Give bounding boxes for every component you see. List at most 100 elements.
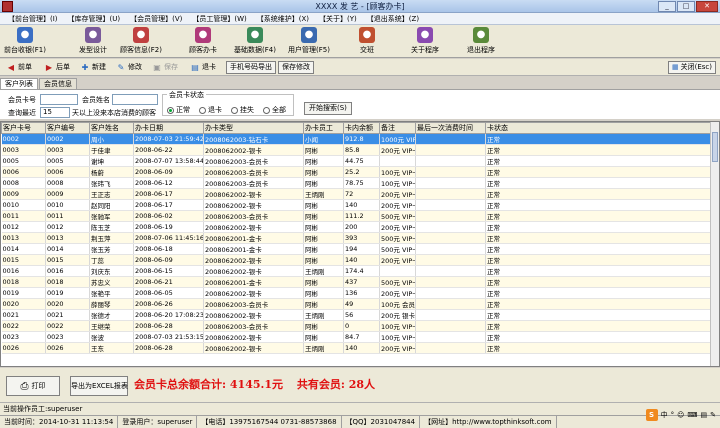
toolbar-button-1[interactable]: ● 发型设计	[70, 26, 116, 56]
menu-inventory[interactable]: 【库存管理】(U)	[63, 13, 126, 24]
save-button[interactable]: ▣ 保存	[152, 61, 178, 74]
minimize-button[interactable]: _	[658, 1, 676, 12]
column-header[interactable]: 卡状态	[485, 122, 712, 134]
ime-keyboard-icon[interactable]: ⌨	[687, 411, 697, 419]
save-edit-button[interactable]: 保存修改	[278, 61, 314, 74]
export-phone-button[interactable]: 手机号码导出	[226, 61, 276, 74]
table-cell: 张驰军	[89, 210, 134, 222]
table-row[interactable]: 0019 0019 张艳平 2008-06-05 2008062002-银卡 阿彬 136 2…	[1, 287, 712, 299]
days-input[interactable]: 15	[40, 107, 70, 118]
ime-emoji-icon[interactable]: ☺	[677, 411, 684, 419]
column-header[interactable]: 客户编号	[45, 122, 90, 134]
table-row[interactable]: 0003 0003 于佳聿 2008-06-22 2008062002-银卡 阿彬 85.8…	[1, 144, 712, 156]
table-row[interactable]: 0013 0013 荆玉萍 2008-07-06 11:45:16 2008062001…	[1, 232, 712, 244]
toolbar-button-7[interactable]: ● 关于程序	[402, 26, 448, 56]
table-row[interactable]: 0010 0010 赵同阳 2008-06-17 2008062002-银卡 阿彬 140 2…	[1, 199, 712, 211]
table-cell	[415, 155, 486, 167]
toolbar-button-3[interactable]: ● 顾客办卡	[180, 26, 226, 56]
table-row[interactable]: 0009 0009 王正志 2008-06-17 2008062002-银卡 王炳刚 72 2…	[1, 188, 712, 200]
table-cell	[415, 276, 486, 288]
column-header[interactable]: 办卡类型	[203, 122, 304, 134]
prev-record-button[interactable]: ◀ 前单	[6, 61, 32, 74]
table-row[interactable]: 0015 0015 丁蕊 2008-06-09 2008062002-银卡 阿彬 140 20…	[1, 254, 712, 266]
column-header[interactable]: 最后一次消费时间	[415, 122, 486, 134]
vertical-scrollbar[interactable]	[710, 122, 719, 366]
table-row[interactable]: 0008 0008 张玮飞 2008-06-12 2008062003-会员卡 阿彬 78.…	[1, 177, 712, 189]
toolbar-button-6[interactable]: ● 交班	[344, 26, 390, 56]
menu-frontdesk[interactable]: 【前台管理】(I)	[3, 13, 63, 24]
toolbar-button-5[interactable]: ● 用户管理(F5)	[286, 26, 332, 56]
ime-punct-icon[interactable]: °	[671, 411, 675, 419]
table-cell: 正常	[485, 177, 712, 189]
toolbar-button-label: 基础数据(F4)	[234, 46, 276, 54]
refund-card-button[interactable]: ▤ 退卡	[190, 61, 216, 74]
tab-customer-list[interactable]: 客户列表	[0, 78, 38, 89]
table-row[interactable]: 0026 0026 王东 2008-06-28 2008062002-银卡 王炳刚 140 2…	[1, 342, 712, 354]
toolbar-button-2[interactable]: ● 顾客信息(F2)	[118, 26, 164, 56]
maximize-button[interactable]: □	[677, 1, 695, 12]
new-button[interactable]: ✚ 新建	[80, 61, 106, 74]
table-cell: 0018	[1, 276, 46, 288]
column-header[interactable]: 办卡日期	[133, 122, 204, 134]
card-no-input[interactable]	[40, 94, 78, 105]
status-user: 登录用户：superuser	[118, 416, 198, 428]
ime-menu-icon[interactable]: ▤	[701, 411, 708, 419]
table-row[interactable]: 0023 0023 张波 2008-07-03 21:53:15 2008062002-…	[1, 331, 712, 343]
table-row[interactable]: 0018 0018 苏忠义 2008-06-21 2008062001-金卡 阿彬 437 5…	[1, 276, 712, 288]
status-all-radio[interactable]: 全部	[263, 105, 286, 115]
toolbar-button-label: 顾客办卡	[189, 46, 217, 54]
toolbar-button-0[interactable]: ● 前台收银(F1)	[2, 26, 48, 56]
status-lost-radio[interactable]: 挂失	[231, 105, 254, 115]
table-row[interactable]: 0002 0002 周小 2008-07-03 21:59:42 2008062003-…	[1, 133, 712, 145]
query-recent-label: 查询最近	[8, 109, 36, 117]
ime-mode-icon[interactable]: 中	[661, 410, 668, 420]
edit-button[interactable]: ✎ 修改	[116, 61, 142, 74]
table-row[interactable]: 0005 0005 谢坤 2008-07-07 13:58:44 2008062003-…	[1, 155, 712, 167]
column-header[interactable]: 客户姓名	[89, 122, 134, 134]
toolbar-button-label: 退出程序	[467, 46, 495, 54]
table-row[interactable]: 0021 0021 张德才 2008-06-20 17:08:23 2008062002…	[1, 309, 712, 321]
column-header[interactable]: 备注	[379, 122, 416, 134]
table-row[interactable]: 0016 0016 刘庆东 2008-06-15 2008062002-银卡 王炳刚 174…	[1, 265, 712, 277]
toolbar-button-8[interactable]: ● 退出程序	[458, 26, 504, 56]
column-header[interactable]: 卡内余额	[343, 122, 380, 134]
next-record-button[interactable]: ▶ 后单	[44, 61, 70, 74]
menu-about[interactable]: 【关于】(Y)	[314, 13, 362, 24]
menu-member[interactable]: 【会员管理】(V)	[125, 13, 187, 24]
toolbar-button-4[interactable]: ● 基础数据(F4)	[232, 26, 278, 56]
table-cell: 2008-06-19	[133, 221, 204, 233]
menu-staff[interactable]: 【员工管理】(W)	[187, 13, 251, 24]
table-row[interactable]: 0006 0006 杨蔚 2008-06-09 2008062003-会员卡 阿彬 25.2…	[1, 166, 712, 178]
status-normal-radio[interactable]: 正常	[167, 105, 190, 115]
table-cell: 100元 VIP卡	[379, 320, 416, 332]
table-cell: 0013	[1, 232, 46, 244]
ime-handwrite-icon[interactable]: ✎	[710, 411, 716, 419]
table-cell: 正常	[485, 298, 712, 310]
table-cell: 0021	[45, 309, 90, 321]
close-window-button[interactable]: ✕	[696, 1, 718, 12]
table-row[interactable]: 0020 0020 薛丽琴 2008-06-26 2008062003-会员卡 阿彬 49 1…	[1, 298, 712, 310]
member-name-input[interactable]	[112, 94, 158, 105]
table-row[interactable]: 0012 0012 陈玉芝 2008-06-19 2008062002-银卡 阿彬 200 2…	[1, 221, 712, 233]
ime-logo-icon[interactable]: S	[645, 409, 658, 421]
window-controls: _ □ ✕	[658, 1, 718, 12]
column-header[interactable]: 客户卡号	[1, 122, 46, 134]
close-module-button[interactable]: ▦ 关闭(Esc)	[667, 61, 716, 74]
print-button[interactable]: ⎙ 打印	[6, 376, 60, 396]
table-row[interactable]: 0014 0014 张玉芳 2008-06-18 2008062001-金卡 阿彬 194 5…	[1, 243, 712, 255]
table-cell: 阿彬	[303, 298, 344, 310]
export-excel-button[interactable]: 导出为EXCEL报表	[70, 376, 128, 396]
menu-exit[interactable]: 【退出系统】(Z)	[362, 13, 424, 24]
column-header[interactable]: 办卡员工	[303, 122, 344, 134]
status-refund-radio[interactable]: 退卡	[199, 105, 222, 115]
tab-member-info[interactable]: 会员信息	[39, 78, 77, 89]
table-cell: 正常	[485, 276, 712, 288]
table-body: 0002 0002 周小 2008-07-03 21:59:42 2008062003-…	[1, 133, 712, 354]
table-cell: 2008-06-26	[133, 298, 204, 310]
radio-dot	[231, 106, 238, 114]
scroll-thumb[interactable]	[712, 132, 718, 162]
menu-system[interactable]: 【系统维护】(X)	[252, 13, 314, 24]
table-row[interactable]: 0022 0022 王继荣 2008-06-28 2008062003-会员卡 阿彬 0 10…	[1, 320, 712, 332]
table-row[interactable]: 0011 0011 张驰军 2008-06-02 2008062003-会员卡 阿彬 111…	[1, 210, 712, 222]
start-search-button[interactable]: 开始搜索(S)	[304, 102, 352, 115]
